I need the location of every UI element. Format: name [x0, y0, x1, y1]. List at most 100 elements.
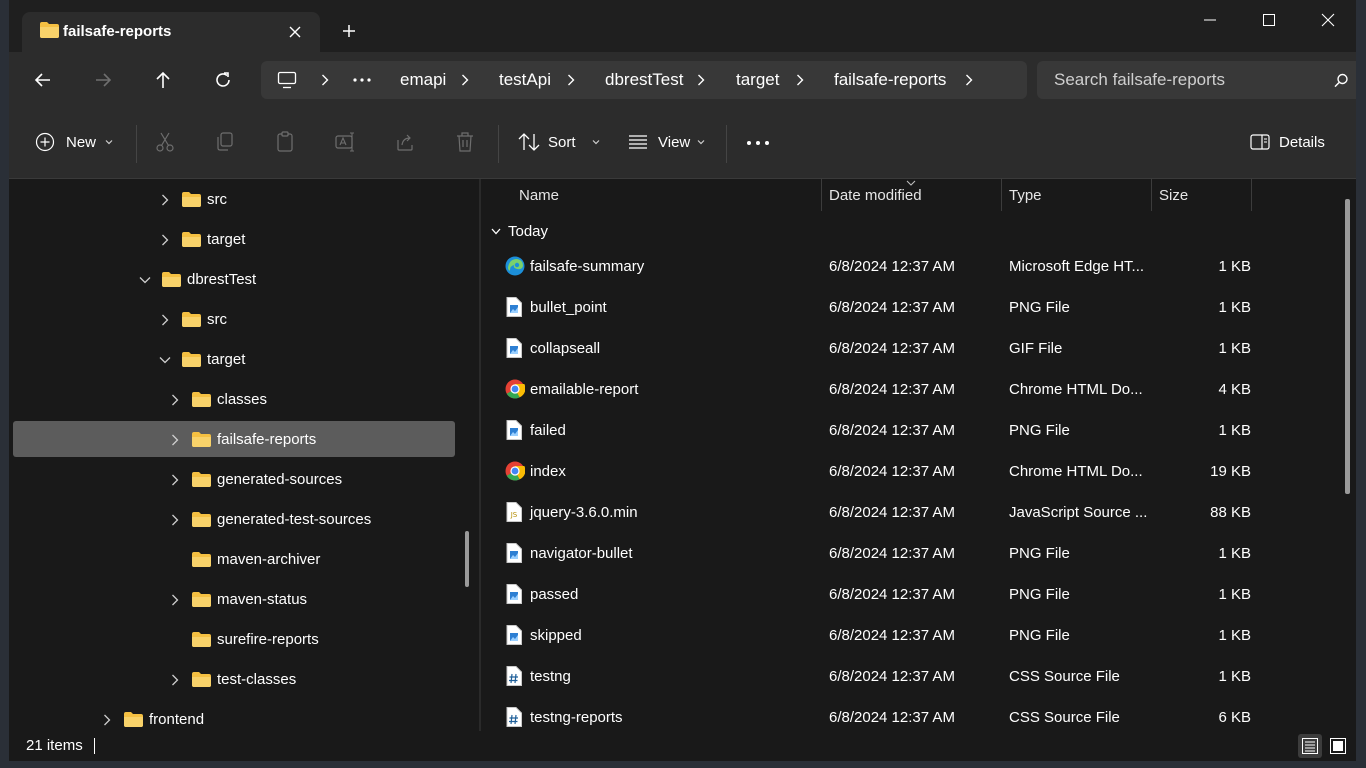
- tree-item-surefire-reports[interactable]: surefire-reports: [13, 621, 455, 657]
- tree-item-test-classes[interactable]: test-classes: [13, 661, 455, 697]
- file-row[interactable]: bullet_point 6/8/2024 12:37 AM PNG File 1 K…: [491, 288, 1331, 328]
- file-row[interactable]: index 6/8/2024 12:37 AM Chrome HTML Do... 1…: [491, 452, 1331, 492]
- search-icon[interactable]: [1334, 73, 1349, 88]
- large-icons-view-button[interactable]: [1326, 734, 1350, 758]
- file-name: jquery-3.6.0.min: [530, 504, 638, 521]
- chevron-right-icon[interactable]: [965, 74, 973, 86]
- column-header-type[interactable]: Type: [1009, 179, 1042, 211]
- close-tab-icon[interactable]: [285, 22, 305, 42]
- chevron-down-icon[interactable]: [159, 356, 171, 364]
- paste-button[interactable]: [275, 131, 295, 155]
- more-locations-icon[interactable]: [353, 78, 371, 82]
- file-row[interactable]: passed 6/8/2024 12:37 AM PNG File 1 KB: [491, 575, 1331, 615]
- view-button[interactable]: View: [628, 131, 708, 155]
- folder-icon: [192, 672, 211, 687]
- new-tab-icon[interactable]: [338, 20, 360, 42]
- details-view-button[interactable]: [1298, 734, 1322, 758]
- file-row[interactable]: failed 6/8/2024 12:37 AM PNG File 1 KB: [491, 411, 1331, 451]
- column-divider[interactable]: [1251, 179, 1252, 211]
- column-divider[interactable]: [1151, 179, 1152, 211]
- file-row[interactable]: navigator-bullet 6/8/2024 12:37 AM PNG Fil…: [491, 534, 1331, 574]
- file-size: 1 KB: [1218, 258, 1251, 275]
- file-type: Microsoft Edge HT...: [1009, 258, 1145, 275]
- chevron-right-icon[interactable]: [161, 234, 169, 246]
- desktop-edge-left: [0, 0, 9, 768]
- tree-item-frontend[interactable]: frontend: [13, 701, 455, 731]
- column-header-date-modified[interactable]: Date modified: [829, 179, 922, 211]
- file-name: passed: [530, 586, 579, 603]
- chevron-right-icon[interactable]: [171, 434, 179, 446]
- column-divider[interactable]: [821, 179, 822, 211]
- navigation-pane: src target dbrestTest src target classes fails…: [9, 179, 479, 731]
- status-bar: 21 items: [9, 731, 1356, 761]
- chevron-down-icon: [105, 139, 113, 145]
- tree-item-target[interactable]: target: [13, 221, 455, 257]
- up-button[interactable]: [148, 65, 178, 95]
- close-window-button[interactable]: [1297, 0, 1356, 40]
- column-header-name[interactable]: Name: [519, 179, 559, 211]
- folder-icon: [162, 272, 181, 287]
- back-button[interactable]: [28, 65, 58, 95]
- address-bar[interactable]: emapi testApi dbrestTest target failsafe…: [261, 61, 1027, 99]
- chevron-right-icon[interactable]: [171, 514, 179, 526]
- tree-item-src[interactable]: src: [13, 301, 455, 337]
- tree-item-generated-sources[interactable]: generated-sources: [13, 461, 455, 497]
- column-divider[interactable]: [1001, 179, 1002, 211]
- image-file-icon: [505, 420, 523, 440]
- tree-item-maven-status[interactable]: maven-status: [13, 581, 455, 617]
- chevron-down-icon[interactable]: [139, 276, 151, 284]
- file-row[interactable]: collapseall 6/8/2024 12:37 AM GIF File 1 KB: [491, 329, 1331, 369]
- file-row[interactable]: JS jquery-3.6.0.min 6/8/2024 12:37 AM JavaS…: [491, 493, 1331, 533]
- rename-button[interactable]: [335, 131, 355, 155]
- navigation-pane-scrollbar[interactable]: [465, 531, 469, 587]
- copy-button[interactable]: [215, 131, 235, 155]
- copy-icon: [215, 131, 235, 153]
- breadcrumb-dbresttest[interactable]: dbrestTest: [605, 61, 683, 99]
- breadcrumb-emapi[interactable]: emapi: [400, 61, 446, 99]
- breadcrumb-failsafe-reports[interactable]: failsafe-reports: [834, 61, 946, 99]
- chevron-right-icon[interactable]: [171, 474, 179, 486]
- css-file-icon: [505, 666, 523, 686]
- share-button[interactable]: [395, 131, 415, 155]
- breadcrumb-testapi[interactable]: testApi: [499, 61, 551, 99]
- file-row[interactable]: skipped 6/8/2024 12:37 AM PNG File 1 KB: [491, 616, 1331, 656]
- file-row[interactable]: testng-reports 6/8/2024 12:37 AM CSS Sourc…: [491, 698, 1331, 731]
- tree-item-generated-test-sources[interactable]: generated-test-sources: [13, 501, 455, 537]
- refresh-button[interactable]: [208, 65, 238, 95]
- file-type: Chrome HTML Do...: [1009, 463, 1143, 480]
- file-date-modified: 6/8/2024 12:37 AM: [829, 258, 955, 275]
- folder-icon: [40, 22, 59, 38]
- file-row[interactable]: testng 6/8/2024 12:37 AM CSS Source File 1 …: [491, 657, 1331, 697]
- tree-item-classes[interactable]: classes: [13, 381, 455, 417]
- chevron-right-icon[interactable]: [171, 594, 179, 606]
- chevron-down-icon: [697, 139, 705, 145]
- chevron-right-icon[interactable]: [161, 194, 169, 206]
- tree-item-src[interactable]: src: [13, 181, 455, 217]
- cut-button[interactable]: [155, 131, 175, 155]
- see-more-button[interactable]: [747, 131, 769, 155]
- column-header-size[interactable]: Size: [1159, 179, 1188, 211]
- maximize-button[interactable]: [1238, 0, 1298, 40]
- file-row[interactable]: failsafe-summary 6/8/2024 12:37 AM Microso…: [491, 247, 1331, 287]
- new-button[interactable]: New: [35, 131, 119, 155]
- file-row[interactable]: emailable-report 6/8/2024 12:37 AM Chrome …: [491, 370, 1331, 410]
- file-list: Name Date modified Type Size Today fails…: [481, 179, 1356, 731]
- search-box[interactable]: Search failsafe-reports: [1037, 61, 1356, 99]
- details-button[interactable]: Details: [1250, 131, 1330, 155]
- chevron-right-icon[interactable]: [161, 314, 169, 326]
- forward-button[interactable]: [88, 65, 118, 95]
- explorer-tab[interactable]: failsafe-reports: [22, 12, 320, 52]
- chevron-right-icon[interactable]: [103, 714, 111, 726]
- breadcrumb-target[interactable]: target: [736, 61, 779, 99]
- chevron-right-icon[interactable]: [171, 674, 179, 686]
- chevron-right-icon[interactable]: [171, 394, 179, 406]
- tree-item-target[interactable]: target: [13, 341, 455, 377]
- delete-button[interactable]: [455, 131, 475, 155]
- tree-item-dbrestTest[interactable]: dbrestTest: [13, 261, 455, 297]
- sort-button[interactable]: Sort: [518, 131, 603, 155]
- file-list-scrollbar[interactable]: [1345, 199, 1350, 494]
- minimize-button[interactable]: [1179, 0, 1239, 40]
- tree-item-maven-archiver[interactable]: maven-archiver: [13, 541, 455, 577]
- tree-item-failsafe-reports[interactable]: failsafe-reports: [13, 421, 455, 457]
- file-type: CSS Source File: [1009, 709, 1120, 726]
